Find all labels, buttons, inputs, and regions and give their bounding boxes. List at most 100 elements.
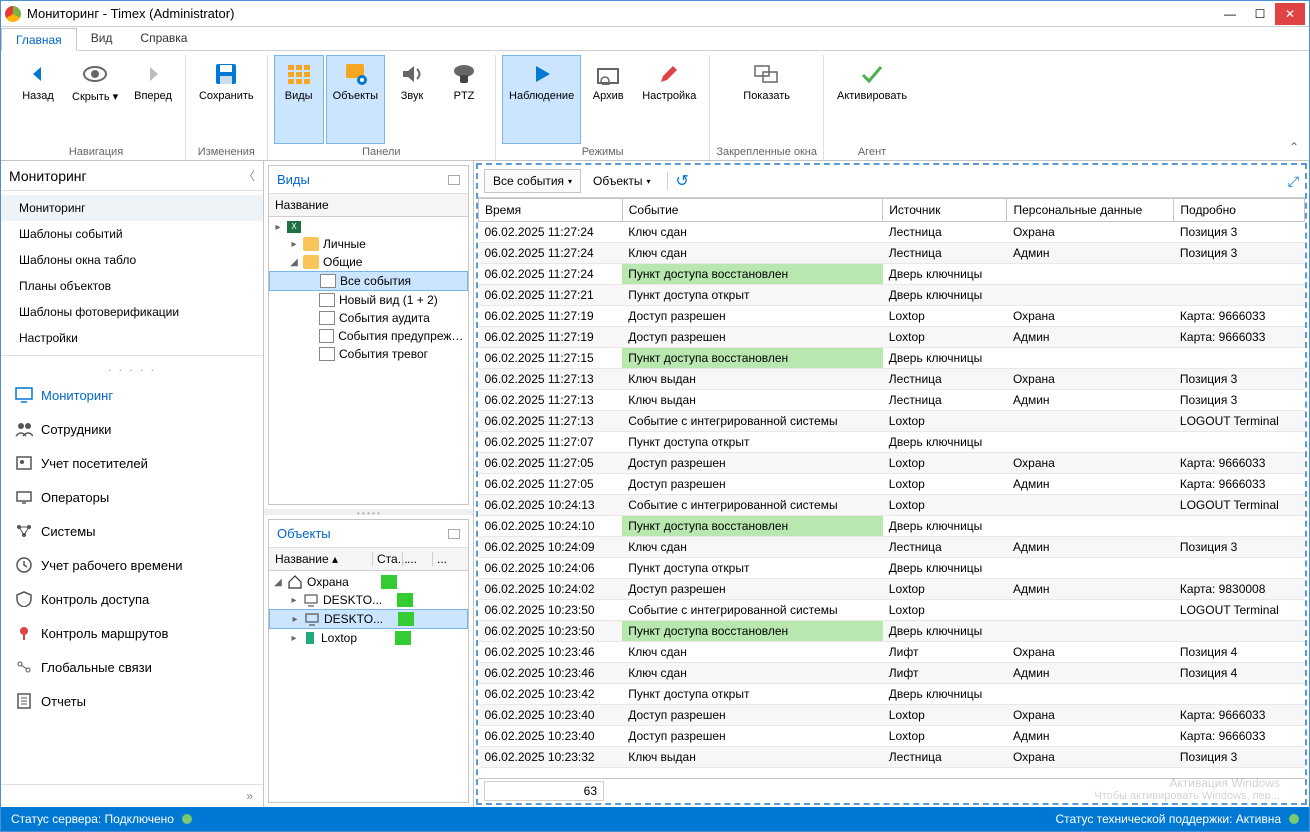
tree-node[interactable]: События аудита <box>269 309 468 327</box>
close-button[interactable]: ✕ <box>1275 3 1305 25</box>
table-header[interactable]: Время <box>479 199 623 222</box>
table-row[interactable]: 06.02.2025 10:24:06Пункт доступа открытД… <box>479 558 1305 579</box>
objects-col-3[interactable]: ... <box>432 552 462 566</box>
filter-all-events[interactable]: Все события▾ <box>484 169 581 193</box>
minimize-button[interactable]: — <box>1215 3 1245 25</box>
subnav-item[interactable]: Шаблоны фотоверификации <box>1 299 263 325</box>
table-row[interactable]: 06.02.2025 10:23:32Ключ выданЛестницаОхр… <box>479 747 1305 768</box>
table-row[interactable]: 06.02.2025 11:27:24Ключ сданЛестницаОхра… <box>479 222 1305 243</box>
tree-node[interactable]: События тревог <box>269 345 468 363</box>
table-header[interactable]: Источник <box>883 199 1007 222</box>
ribbon-pencil-button[interactable]: Настройка <box>635 55 703 144</box>
table-row[interactable]: 06.02.2025 11:27:13Ключ выданЛестницаОхр… <box>479 369 1305 390</box>
fullscreen-icon[interactable]: ⤢ <box>1288 173 1299 190</box>
module-systems[interactable]: Системы <box>1 514 263 548</box>
table-row[interactable]: 06.02.2025 11:27:19Доступ разрешенLoxtop… <box>479 327 1305 348</box>
tree-node[interactable]: Новый вид (1 + 2) <box>269 291 468 309</box>
table-row[interactable]: 06.02.2025 10:24:13Событие с интегрирова… <box>479 495 1305 516</box>
ribbon-views-button[interactable]: Виды <box>274 55 324 144</box>
ribbon-sound-button[interactable]: Звук <box>387 55 437 144</box>
pc-icon <box>303 593 319 607</box>
ribbon-eye-button[interactable]: Скрыть ▾ <box>65 55 125 144</box>
module-operators[interactable]: Операторы <box>1 480 263 514</box>
ribbon-forward-button[interactable]: Вперед <box>127 55 179 144</box>
table-row[interactable]: 06.02.2025 11:27:24Ключ сданЛестницаАдми… <box>479 243 1305 264</box>
subnav-item[interactable]: Шаблоны окна табло <box>1 247 263 273</box>
table-row[interactable]: 06.02.2025 11:27:05Доступ разрешенLoxtop… <box>479 453 1305 474</box>
objects-col-0[interactable]: Название ▴ <box>275 552 372 566</box>
module-reports[interactable]: Отчеты <box>1 684 263 718</box>
table-row[interactable]: 06.02.2025 11:27:15Пункт доступа восстан… <box>479 348 1305 369</box>
table-row[interactable]: 06.02.2025 10:24:10Пункт доступа восстан… <box>479 516 1305 537</box>
ribbon-objects-button[interactable]: Объекты <box>326 55 385 144</box>
ribbon-show-button[interactable]: Показать <box>736 55 797 144</box>
status-indicator <box>381 575 397 589</box>
module-monitor[interactable]: Мониторинг <box>1 378 263 412</box>
panel-splitter[interactable]: • • • • • <box>264 509 473 515</box>
table-row[interactable]: 06.02.2025 10:24:09Ключ сданЛестницаАдми… <box>479 537 1305 558</box>
leftnav-more-icon[interactable]: » <box>1 784 263 807</box>
menu-tab-1[interactable]: Вид <box>77 27 127 50</box>
leftnav-title: Мониторинг <box>9 168 243 184</box>
table-row[interactable]: 06.02.2025 10:24:02Доступ разрешенLoxtop… <box>479 579 1305 600</box>
table-row[interactable]: 06.02.2025 10:23:50Пункт доступа восстан… <box>479 621 1305 642</box>
ribbon-check-button[interactable]: Активировать <box>830 55 914 144</box>
menu-tab-2[interactable]: Справка <box>126 27 201 50</box>
table-row[interactable]: 06.02.2025 11:27:24Пункт доступа восстан… <box>479 264 1305 285</box>
module-route[interactable]: Контроль маршрутов <box>1 616 263 650</box>
tree-root[interactable]: ▸X <box>269 219 468 235</box>
object-node[interactable]: ▸Loxtop <box>269 629 468 647</box>
table-row[interactable]: 06.02.2025 10:23:40Доступ разрешенLoxtop… <box>479 705 1305 726</box>
subnav-item[interactable]: Планы объектов <box>1 273 263 299</box>
table-row[interactable]: 06.02.2025 11:27:13Событие с интегрирова… <box>479 411 1305 432</box>
module-visitors[interactable]: Учет посетителей <box>1 446 263 480</box>
ribbon-play-button[interactable]: Наблюдение <box>502 55 581 144</box>
table-row[interactable]: 06.02.2025 11:27:07Пункт доступа открытД… <box>479 432 1305 453</box>
ribbon-ptz-button[interactable]: PTZ <box>439 55 489 144</box>
table-row[interactable]: 06.02.2025 10:23:40Доступ разрешенLoxtop… <box>479 726 1305 747</box>
table-row[interactable]: 06.02.2025 11:27:19Доступ разрешенLoxtop… <box>479 306 1305 327</box>
table-row[interactable]: 06.02.2025 11:27:05Доступ разрешенLoxtop… <box>479 474 1305 495</box>
ribbon-collapse-icon[interactable]: ⌃ <box>1289 140 1299 154</box>
table-row[interactable]: 06.02.2025 10:23:46Ключ сданЛифтАдминПоз… <box>479 663 1305 684</box>
document-icon <box>319 293 335 307</box>
object-node[interactable]: ▸DESKTO... <box>269 609 468 629</box>
subnav-item[interactable]: Мониторинг <box>1 195 263 221</box>
filter-objects[interactable]: Объекты▾ <box>585 170 659 192</box>
table-row[interactable]: 06.02.2025 10:23:46Ключ сданЛифтОхранаПо… <box>479 642 1305 663</box>
tree-node[interactable]: Все события <box>269 271 468 291</box>
subnav-item[interactable]: Шаблоны событий <box>1 221 263 247</box>
leftnav-collapse-icon[interactable]: 〈 <box>243 167 255 184</box>
tree-node[interactable]: ▸Личные <box>269 235 468 253</box>
ribbon-archive-button[interactable]: Архив <box>583 55 633 144</box>
table-header[interactable]: Персональные данные <box>1007 199 1174 222</box>
subnav-item[interactable]: Настройки <box>1 325 263 351</box>
objects-col-1[interactable]: Ста... <box>372 552 402 566</box>
table-header[interactable]: Событие <box>622 199 883 222</box>
views-panel-collapse-icon[interactable] <box>448 175 460 185</box>
module-people[interactable]: Сотрудники <box>1 412 263 446</box>
menu-tab-0[interactable]: Главная <box>1 28 77 51</box>
module-links[interactable]: Глобальные связи <box>1 650 263 684</box>
table-row[interactable]: 06.02.2025 10:23:42Пункт доступа открытД… <box>479 684 1305 705</box>
tree-node[interactable]: ◢Общие <box>269 253 468 271</box>
tree-node[interactable]: События предупрежд... <box>269 327 468 345</box>
document-icon <box>319 311 335 325</box>
object-node[interactable]: ▸DESKTO... <box>269 591 468 609</box>
table-row[interactable]: 06.02.2025 10:23:50Событие с интегрирова… <box>479 600 1305 621</box>
window-title: Мониторинг - Timex (Administrator) <box>27 6 1215 21</box>
table-row[interactable]: 06.02.2025 11:27:13Ключ выданЛестницаАдм… <box>479 390 1305 411</box>
table-header[interactable]: Подробно <box>1174 199 1305 222</box>
objects-panel-collapse-icon[interactable] <box>448 529 460 539</box>
object-node[interactable]: ◢Охрана <box>269 573 468 591</box>
module-shield[interactable]: Контроль доступа <box>1 582 263 616</box>
table-row[interactable]: 06.02.2025 11:27:21Пункт доступа открытД… <box>479 285 1305 306</box>
objects-col-2[interactable]: ... <box>402 552 432 566</box>
objects-icon <box>339 60 371 88</box>
refresh-icon[interactable]: ↺ <box>676 171 689 191</box>
module-time[interactable]: Учет рабочего времени <box>1 548 263 582</box>
views-col-name[interactable]: Название <box>275 198 462 212</box>
maximize-button[interactable]: ☐ <box>1245 3 1275 25</box>
ribbon-save-button[interactable]: Сохранить <box>192 55 261 144</box>
ribbon-back-button[interactable]: Назад <box>13 55 63 144</box>
